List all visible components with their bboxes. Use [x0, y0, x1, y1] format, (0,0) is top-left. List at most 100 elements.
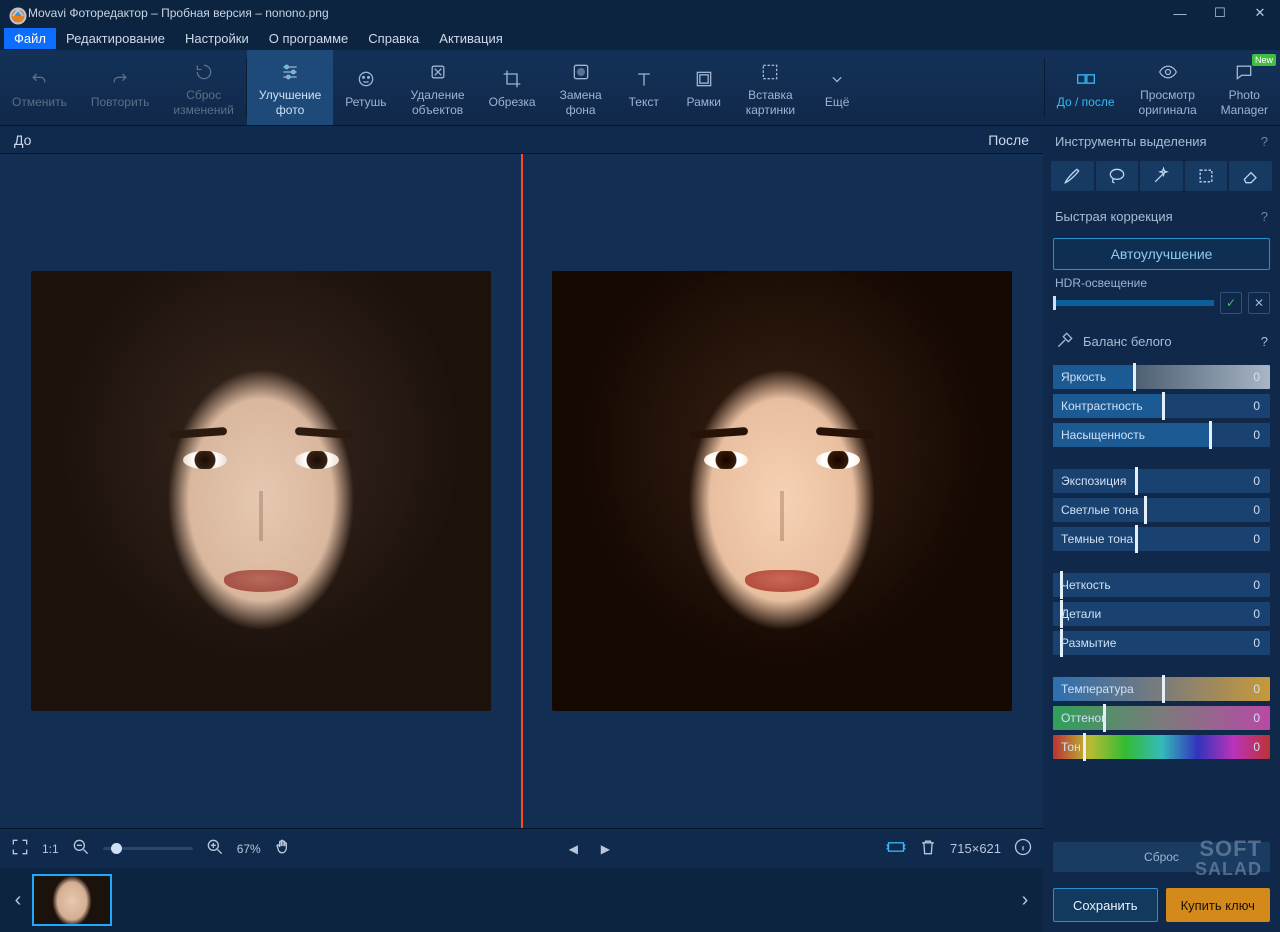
slider-saturation[interactable]: Насыщенность0	[1053, 423, 1270, 447]
dimensions-label: 715×621	[950, 841, 1001, 856]
thumbnail-strip: ‹ ›	[0, 868, 1043, 932]
hdr-cancel[interactable]: ✕	[1248, 292, 1270, 314]
photo-manager-button[interactable]: NewPhoto Manager	[1209, 50, 1280, 125]
before-image	[31, 271, 491, 711]
zoom-out-icon[interactable]	[71, 837, 91, 860]
save-button[interactable]: Сохранить	[1053, 888, 1158, 922]
slider-temperature[interactable]: Температура0	[1053, 677, 1270, 701]
bgswap-icon	[571, 60, 591, 84]
hdr-label: HDR-освещение	[1043, 276, 1280, 290]
thumb-next[interactable]: ›	[1015, 889, 1035, 912]
after-image	[552, 271, 1012, 711]
compare-icon	[1076, 67, 1096, 91]
brush-tool[interactable]	[1051, 161, 1094, 191]
undo-button[interactable]: Отменить	[0, 50, 79, 125]
menu-file[interactable]: Файл	[4, 28, 56, 49]
before-after-button[interactable]: До / после	[1045, 50, 1127, 125]
fit-icon[interactable]	[886, 837, 906, 860]
selection-tools-title: Инструменты выделения	[1055, 134, 1207, 149]
main-toolbar: Отменить Повторить Сброс изменений Улучш…	[0, 50, 1280, 126]
wand-tool[interactable]	[1140, 161, 1183, 191]
reset-button[interactable]: Сброс	[1053, 842, 1270, 872]
minimize-button[interactable]: —	[1160, 0, 1200, 26]
trash-icon[interactable]	[918, 837, 938, 860]
ratio-label[interactable]: 1:1	[42, 842, 59, 856]
slider-highlights[interactable]: Светлые тона0	[1053, 498, 1270, 522]
menu-settings[interactable]: Настройки	[175, 28, 259, 49]
eyedropper-icon[interactable]	[1055, 330, 1075, 353]
eraser-icon	[428, 60, 448, 84]
buy-key-button[interactable]: Купить ключ	[1166, 888, 1271, 922]
close-button[interactable]: ✕	[1240, 0, 1280, 26]
background-swap-button[interactable]: Замена фона	[548, 50, 614, 125]
frames-button[interactable]: Рамки	[674, 50, 734, 125]
title-bar: Movavi Фоторедактор – Пробная версия – n…	[0, 0, 1280, 26]
slider-tint[interactable]: Оттенок0	[1053, 706, 1270, 730]
slider-hue[interactable]: Тон0	[1053, 735, 1270, 759]
zoom-slider[interactable]	[103, 847, 193, 850]
fullscreen-icon[interactable]	[10, 837, 30, 860]
slider-details[interactable]: Детали0	[1053, 602, 1270, 626]
lasso-tool[interactable]	[1096, 161, 1139, 191]
bottom-bar: 1:1 67% ◀ ▶ 715×621	[0, 828, 1043, 868]
menu-about[interactable]: О программе	[259, 28, 359, 49]
enhance-photo-button[interactable]: Улучшение фото	[247, 50, 333, 125]
viewport[interactable]	[0, 154, 1043, 828]
before-label: До	[0, 126, 522, 153]
erase-tool[interactable]	[1229, 161, 1272, 191]
info-icon[interactable]	[1013, 837, 1033, 860]
compare-divider[interactable]	[521, 154, 523, 828]
slider-blur[interactable]: Размытие0	[1053, 631, 1270, 655]
menu-help[interactable]: Справка	[358, 28, 429, 49]
face-icon	[356, 67, 376, 91]
slider-sharpness[interactable]: Четкость0	[1053, 573, 1270, 597]
slider-exposure[interactable]: Экспозиция0	[1053, 469, 1270, 493]
object-removal-button[interactable]: Удаление объектов	[399, 50, 477, 125]
help-icon[interactable]: ?	[1261, 209, 1268, 224]
hdr-slider[interactable]	[1053, 300, 1214, 306]
crop-icon	[502, 67, 522, 91]
marquee-tool[interactable]	[1185, 161, 1228, 191]
zoom-value: 67%	[237, 842, 261, 856]
prev-icon[interactable]: ◀	[563, 842, 583, 856]
thumb-prev[interactable]: ‹	[8, 889, 28, 912]
after-label: После	[522, 126, 1044, 153]
app-icon	[8, 6, 22, 20]
new-badge: New	[1252, 54, 1276, 66]
frame-icon	[694, 67, 714, 91]
hdr-apply[interactable]: ✓	[1220, 292, 1242, 314]
reset-changes-button[interactable]: Сброс изменений	[161, 50, 245, 125]
more-button[interactable]: Ещё	[807, 50, 867, 125]
text-button[interactable]: Текст	[614, 50, 674, 125]
adjustments-panel: Инструменты выделения? Быстрая коррекция…	[1043, 126, 1280, 932]
window-title: Movavi Фоторедактор – Пробная версия – n…	[28, 6, 1160, 20]
wb-title: Баланс белого	[1083, 334, 1172, 349]
reset-icon	[194, 60, 214, 84]
zoom-in-icon[interactable]	[205, 837, 225, 860]
maximize-button[interactable]: ☐	[1200, 0, 1240, 26]
crop-button[interactable]: Обрезка	[477, 50, 548, 125]
help-icon[interactable]: ?	[1261, 334, 1268, 349]
canvas-area: До После 1:1 67% ◀ ▶ 715×621 ‹	[0, 126, 1043, 932]
slider-shadows[interactable]: Темные тона0	[1053, 527, 1270, 551]
insert-icon	[760, 60, 780, 84]
redo-button[interactable]: Повторить	[79, 50, 162, 125]
undo-icon	[29, 67, 49, 91]
quickfix-title: Быстрая коррекция	[1055, 209, 1173, 224]
help-icon[interactable]: ?	[1261, 134, 1268, 149]
next-icon[interactable]: ▶	[595, 842, 615, 856]
slider-contrast[interactable]: Контрастность0	[1053, 394, 1270, 418]
view-original-button[interactable]: Просмотр оригинала	[1127, 50, 1209, 125]
menu-activate[interactable]: Активация	[429, 28, 512, 49]
hand-icon[interactable]	[273, 837, 293, 860]
slider-brightness[interactable]: Яркость0	[1053, 365, 1270, 389]
auto-enhance-button[interactable]: Автоулучшение	[1053, 238, 1270, 270]
eye-icon	[1158, 60, 1178, 84]
redo-icon	[110, 67, 130, 91]
menu-edit[interactable]: Редактирование	[56, 28, 175, 49]
sliders-icon	[280, 60, 300, 84]
insert-image-button[interactable]: Вставка картинки	[734, 50, 807, 125]
menu-bar: Файл Редактирование Настройки О программ…	[0, 26, 1280, 50]
retouch-button[interactable]: Ретушь	[333, 50, 398, 125]
thumbnail[interactable]	[32, 874, 112, 926]
